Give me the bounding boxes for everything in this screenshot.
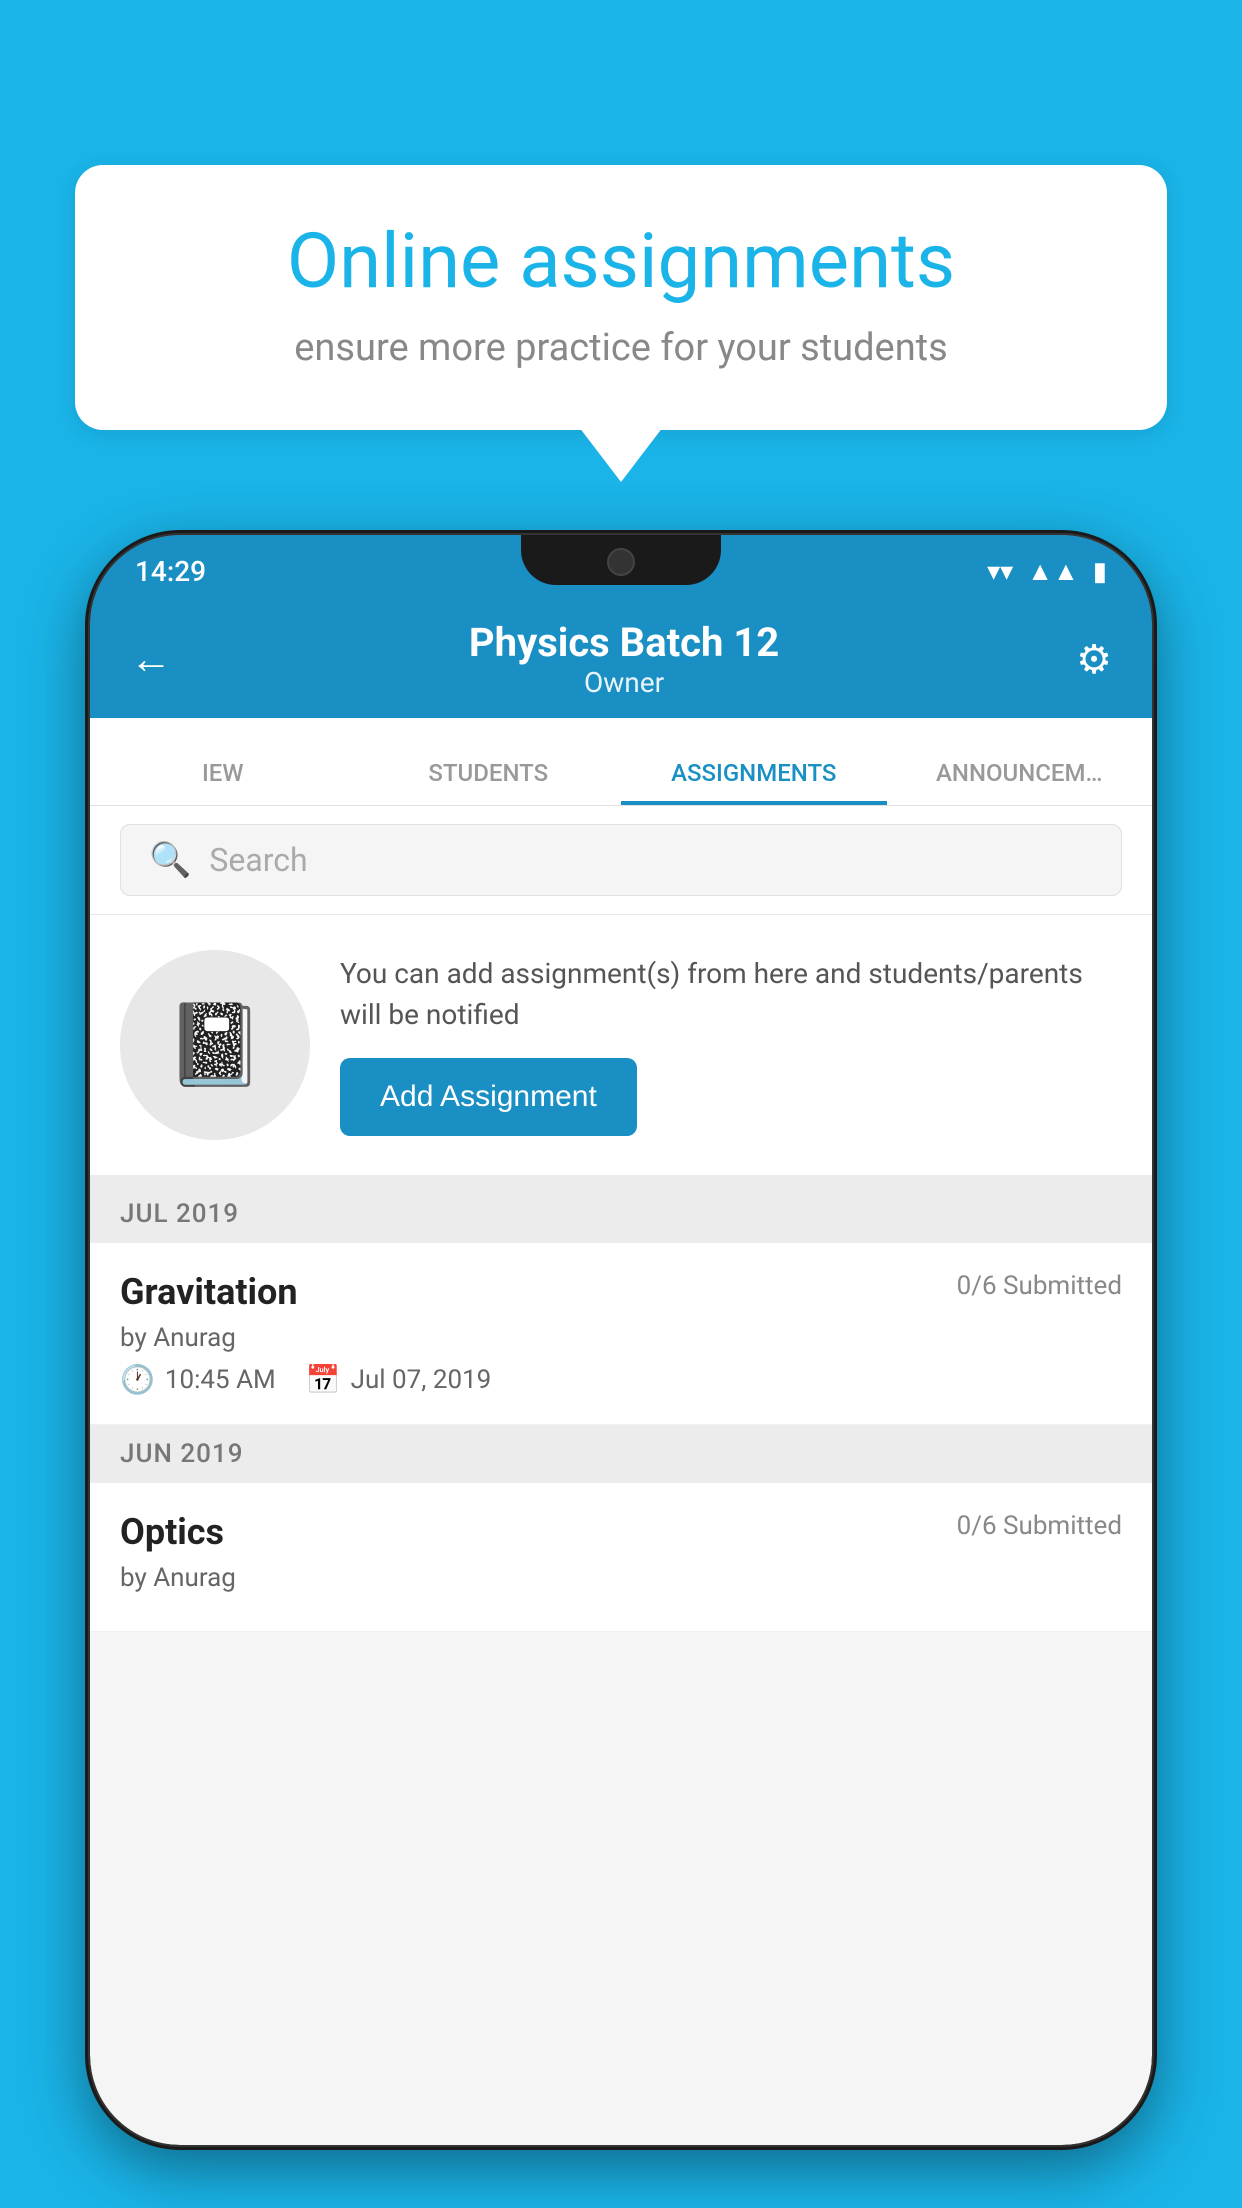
search-icon: 🔍 [149, 840, 191, 880]
phone-camera [607, 548, 635, 576]
promo-card: 📓 You can add assignment(s) from here an… [90, 915, 1152, 1185]
phone-notch [521, 530, 721, 585]
assignment-date: 📅 Jul 07, 2019 [306, 1363, 492, 1396]
phone-container: 14:29 ▾▾ ▲▲ ▮ ← Physics Batch 12 Owner ⚙… [85, 530, 1157, 2150]
clock-icon: 🕐 [120, 1363, 155, 1396]
month-divider-jun: JUN 2019 [90, 1425, 1152, 1483]
back-button[interactable]: ← [130, 635, 172, 684]
promo-icon-wrap: 📓 [120, 950, 310, 1140]
speech-bubble-container: Online assignments ensure more practice … [75, 165, 1167, 430]
tab-assignments[interactable]: ASSIGNMENTS [621, 759, 887, 805]
assignment-author-optics: by Anurag [120, 1563, 1122, 1593]
assignment-date-value: Jul 07, 2019 [351, 1365, 492, 1395]
assignment-header: Gravitation 0/6 Submitted [120, 1271, 1122, 1313]
month-divider-jul: JUL 2019 [90, 1185, 1152, 1243]
search-bar[interactable]: 🔍 Search [120, 824, 1122, 896]
bubble-subtitle: ensure more practice for your students [140, 326, 1102, 370]
assignment-item-optics[interactable]: Optics 0/6 Submitted by Anurag [90, 1483, 1152, 1632]
app-bar-subtitle: Owner [469, 666, 779, 699]
tab-iew[interactable]: IEW [90, 759, 356, 805]
tab-announcements[interactable]: ANNOUNCEM… [887, 759, 1153, 805]
add-assignment-button[interactable]: Add Assignment [340, 1058, 637, 1136]
assignment-submitted-gravitation: 0/6 Submitted [957, 1271, 1122, 1301]
assignment-title-optics: Optics [120, 1511, 224, 1553]
assignment-time-value: 10:45 AM [165, 1365, 276, 1395]
settings-icon[interactable]: ⚙ [1076, 636, 1112, 683]
promo-text: You can add assignment(s) from here and … [340, 954, 1122, 1035]
status-icons: ▾▾ ▲▲ ▮ [987, 556, 1107, 587]
calendar-icon: 📅 [306, 1363, 341, 1396]
phone-screen: 14:29 ▾▾ ▲▲ ▮ ← Physics Batch 12 Owner ⚙… [90, 535, 1152, 2145]
assignment-title-gravitation: Gravitation [120, 1271, 298, 1313]
assignment-submitted-optics: 0/6 Submitted [957, 1511, 1122, 1541]
notebook-icon: 📓 [165, 998, 265, 1092]
speech-bubble: Online assignments ensure more practice … [75, 165, 1167, 430]
tab-students[interactable]: STUDENTS [356, 759, 622, 805]
battery-icon: ▮ [1093, 557, 1107, 587]
assignment-meta-gravitation: 🕐 10:45 AM 📅 Jul 07, 2019 [120, 1363, 1122, 1396]
assignment-time: 🕐 10:45 AM [120, 1363, 276, 1396]
tabs-container: IEW STUDENTS ASSIGNMENTS ANNOUNCEM… [90, 718, 1152, 806]
app-bar-title: Physics Batch 12 [469, 619, 779, 666]
search-placeholder: Search [209, 841, 307, 879]
signal-icon: ▲▲ [1027, 556, 1078, 587]
status-time: 14:29 [135, 555, 206, 588]
assignment-header-optics: Optics 0/6 Submitted [120, 1511, 1122, 1553]
app-bar-center: Physics Batch 12 Owner [469, 619, 779, 699]
phone-frame: 14:29 ▾▾ ▲▲ ▮ ← Physics Batch 12 Owner ⚙… [85, 530, 1157, 2150]
promo-content: You can add assignment(s) from here and … [340, 954, 1122, 1135]
search-container: 🔍 Search [90, 806, 1152, 915]
app-bar: ← Physics Batch 12 Owner ⚙ [90, 600, 1152, 718]
assignment-item-gravitation[interactable]: Gravitation 0/6 Submitted by Anurag 🕐 10… [90, 1243, 1152, 1425]
assignment-author-gravitation: by Anurag [120, 1323, 1122, 1353]
bubble-title: Online assignments [140, 220, 1102, 304]
wifi-icon: ▾▾ [987, 557, 1013, 587]
